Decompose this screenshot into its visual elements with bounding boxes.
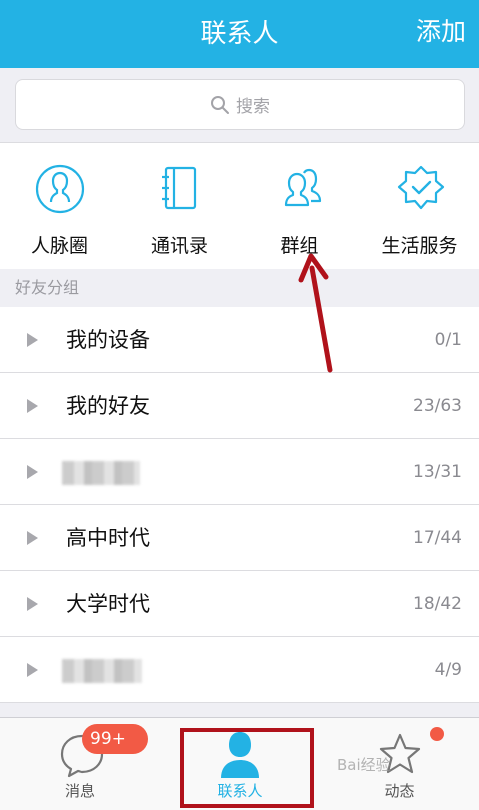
watermark: Bai经验 [337, 756, 391, 774]
annotation-arrow-icon [298, 253, 333, 373]
